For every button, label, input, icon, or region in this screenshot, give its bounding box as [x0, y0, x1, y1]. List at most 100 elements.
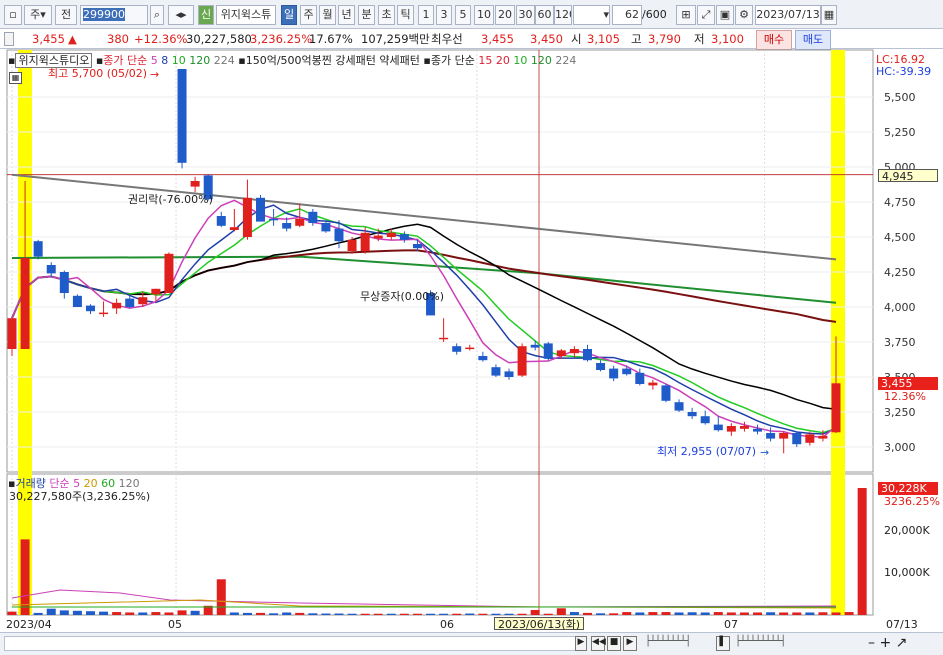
event-bonus-issue: 무상증자(0.00%) — [360, 290, 445, 303]
candle-body — [151, 288, 161, 295]
play-icon[interactable]: ▶ — [623, 636, 637, 651]
candle-body — [478, 356, 488, 361]
candle-body — [7, 318, 17, 349]
volume-bar — [726, 612, 736, 615]
volume-bar — [596, 613, 606, 615]
volume-bar — [713, 612, 723, 615]
candle-body — [530, 344, 540, 348]
candle-body — [831, 383, 841, 433]
volume-bar — [164, 612, 174, 615]
volume-bar — [857, 488, 867, 615]
candle-body — [766, 433, 776, 439]
volume-bar — [216, 579, 226, 615]
volume-bar — [20, 539, 30, 615]
candle-body — [753, 428, 763, 432]
volume-bar — [151, 612, 161, 615]
low-annotation: 최저 2,955 (07/07) — [657, 445, 757, 458]
volume-bar — [687, 612, 697, 615]
candle-body — [792, 433, 802, 445]
candle-body — [229, 227, 239, 230]
candle-body — [20, 258, 30, 349]
volume-bar — [530, 609, 540, 615]
candle-body — [386, 232, 396, 237]
legend-ma2-15: 15 — [478, 54, 493, 67]
rewind-icon[interactable]: ◀◀ — [591, 636, 606, 651]
candle-body — [59, 272, 69, 293]
volume-bar — [347, 613, 357, 615]
volume-legend-ma: 단순 — [49, 477, 70, 490]
low-arrow-icon: → — [760, 446, 769, 459]
volume-bar — [766, 612, 776, 615]
scroll-track[interactable] — [4, 636, 584, 651]
candle-body — [138, 297, 148, 305]
price-y-tick: 4,500 — [884, 231, 916, 244]
volume-bar — [779, 612, 789, 615]
candle-body — [517, 346, 527, 376]
volume-legend-60: 60 — [101, 477, 116, 490]
price-y-tick: 3,000 — [884, 441, 916, 454]
candle-body — [491, 367, 501, 376]
price-chart[interactable]: 5,5005,2505,0004,7504,5004,2504,0003,750… — [0, 0, 943, 632]
high-arrow-icon: → — [150, 68, 159, 81]
scroll-right-icon[interactable]: ▶ — [575, 636, 587, 651]
volume-legend: ▪거래량 단순 5 20 60 120 — [8, 477, 140, 490]
speed-slider[interactable]: ├┴┴┴┴┴┴┴┤ — [645, 636, 715, 651]
candle-body — [635, 372, 645, 384]
zoom-controls[interactable]: – + ↗ — [868, 634, 907, 652]
x-axis-label: 05 — [168, 618, 182, 631]
volume-bar — [412, 613, 422, 615]
candle-body — [33, 241, 43, 257]
volume-bar — [269, 613, 279, 615]
stop-icon[interactable]: ■ — [607, 636, 621, 651]
volume-bar — [99, 611, 109, 615]
candle-body — [609, 368, 619, 379]
slider-thumb-icon[interactable]: ▌ — [716, 636, 730, 651]
zoom-out-icon[interactable]: – — [868, 635, 875, 651]
legend-ma-10: 10 — [171, 54, 186, 67]
volume-legend-name: 거래량 — [15, 477, 46, 490]
volume-legend-120: 120 — [118, 477, 140, 490]
volume-bar — [609, 613, 619, 615]
volume-bar — [282, 612, 292, 615]
candle-body — [648, 382, 658, 386]
legend-ma-120: 120 — [189, 54, 211, 67]
volume-bar — [478, 613, 488, 615]
table-icon[interactable]: ▦ — [9, 72, 22, 84]
candle-body — [216, 216, 226, 226]
candle-body — [412, 244, 422, 249]
volume-bar — [426, 613, 436, 615]
volume-legend-5: 5 — [73, 477, 81, 490]
zoom-slider[interactable]: ├┴┴┴┴┴┴┴┴┤ — [735, 636, 815, 651]
candle-body — [452, 346, 462, 352]
candle-body — [295, 218, 305, 226]
price-y-tick: 3,250 — [884, 406, 916, 419]
price-panel-frame — [6, 49, 874, 473]
candle-body — [373, 235, 383, 239]
volume-bar — [753, 612, 763, 615]
price-y-tick: 4,250 — [884, 266, 916, 279]
bottom-scrollbar[interactable]: ▶ ◀◀ ■ ▶ ├┴┴┴┴┴┴┴┤ ▌ ├┴┴┴┴┴┴┴┴┤ – + ↗ — [0, 632, 943, 655]
zoom-in-icon[interactable]: + — [879, 635, 891, 651]
candle-body — [85, 305, 95, 312]
candle-body — [99, 312, 109, 315]
candle-body — [713, 424, 723, 431]
volume-bar — [308, 613, 318, 615]
candle-body — [504, 371, 514, 377]
legend-ma2-224: 224 — [555, 54, 577, 67]
fit-icon[interactable]: ↗ — [896, 635, 908, 651]
volume-bar — [805, 612, 815, 615]
volume-bar — [59, 610, 69, 615]
candle-body — [726, 426, 736, 432]
right-date: 07/13 — [886, 618, 918, 631]
candle-body — [674, 402, 684, 411]
candle-body — [360, 232, 370, 251]
volume-bar — [543, 613, 553, 615]
legend-ma-8: 8 — [161, 54, 169, 67]
candle-body — [596, 363, 606, 370]
volume-tag: 30,228K — [878, 482, 938, 495]
candle-body — [190, 181, 200, 187]
legend-dot-icon: ▪ — [423, 54, 431, 67]
volume-bar — [582, 612, 592, 615]
legend-ma2-10: 10 — [513, 54, 528, 67]
volume-bar — [792, 612, 802, 615]
